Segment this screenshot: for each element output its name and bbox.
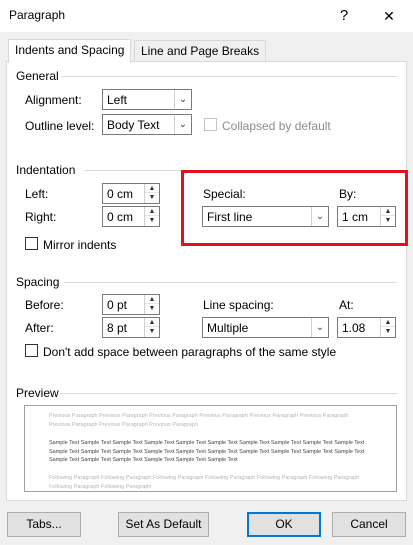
tab-label: Indents and Spacing [15, 43, 125, 57]
spacing-after-value: 8 pt [107, 321, 128, 335]
spin-down-icon[interactable]: ▼ [381, 327, 395, 336]
close-button[interactable]: ✕ [376, 4, 402, 28]
preview-previous-paragraph: Previous Paragraph Previous Paragraph Pr… [49, 413, 349, 428]
preview-divider [60, 393, 397, 394]
general-heading: General [16, 69, 59, 83]
spinner-buttons: ▲ ▼ [144, 318, 159, 337]
chevron-down-icon: ⌄ [174, 115, 191, 134]
ok-button[interactable]: OK [247, 512, 321, 537]
left-indent-value: 0 cm [107, 187, 134, 201]
collapsed-by-default-label: Collapsed by default [222, 119, 331, 133]
alignment-select[interactable]: Left ⌄ [102, 89, 192, 110]
spinner-buttons: ▲ ▼ [144, 295, 159, 314]
spin-up-icon[interactable]: ▲ [145, 207, 159, 216]
right-indent-value: 0 cm [107, 210, 134, 224]
tabs-button[interactable]: Tabs... [7, 512, 81, 537]
set-as-default-button[interactable]: Set As Default [118, 512, 209, 537]
outline-level-select[interactable]: Body Text ⌄ [102, 114, 192, 135]
alignment-value: Left [107, 93, 128, 107]
button-label: OK [275, 517, 293, 531]
preview-box: Previous Paragraph Previous Paragraph Pr… [24, 405, 397, 492]
spin-down-icon[interactable]: ▼ [145, 216, 159, 225]
at-label: At: [339, 298, 354, 312]
tab-line-and-page-breaks[interactable]: Line and Page Breaks [134, 40, 267, 62]
preview-heading: Preview [16, 386, 59, 400]
spacing-before-value: 0 pt [107, 298, 128, 312]
help-button[interactable]: ? [331, 4, 357, 28]
paragraph-dialog: Paragraph ? ✕ Indents and Spacing Line a… [0, 0, 413, 545]
highlight-box [181, 170, 408, 246]
preview-sample-text: Sample Text Sample Text Sample Text Samp… [49, 440, 365, 463]
tab-label: Line and Page Breaks [141, 44, 260, 58]
line-spacing-select[interactable]: Multiple ⌄ [202, 317, 329, 338]
title-bar: Paragraph ? ✕ [0, 0, 413, 32]
spin-up-icon[interactable]: ▲ [381, 318, 395, 327]
right-indent-label: Right: [25, 210, 57, 224]
general-divider [61, 76, 397, 77]
right-indent-spinner[interactable]: 0 cm ▲ ▼ [102, 206, 160, 227]
spacing-after-spinner[interactable]: 8 pt ▲ ▼ [102, 317, 160, 338]
line-spacing-value: Multiple [207, 321, 249, 335]
at-value: 1.08 [342, 321, 366, 335]
outline-level-value: Body Text [107, 118, 160, 132]
cancel-button[interactable]: Cancel [332, 512, 406, 537]
button-label: Cancel [350, 517, 388, 531]
spin-down-icon[interactable]: ▼ [145, 304, 159, 313]
collapsed-by-default-checkbox[interactable] [204, 118, 217, 131]
tab-indents-and-spacing[interactable]: Indents and Spacing [8, 39, 132, 63]
chevron-down-icon: ⌄ [174, 90, 191, 109]
at-spinner[interactable]: 1.08 ▲ ▼ [337, 317, 396, 338]
spacing-heading: Spacing [16, 275, 60, 289]
indentation-heading: Indentation [16, 163, 76, 177]
button-label: Set As Default [125, 517, 202, 531]
before-label: Before: [25, 298, 64, 312]
spinner-buttons: ▲ ▼ [380, 318, 395, 337]
line-spacing-label: Line spacing: [203, 298, 274, 312]
spin-down-icon[interactable]: ▼ [145, 193, 159, 202]
dont-add-space-checkbox[interactable] [25, 344, 38, 357]
after-label: After: [25, 321, 54, 335]
button-label: Tabs... [26, 517, 62, 531]
spin-up-icon[interactable]: ▲ [145, 318, 159, 327]
dont-add-space-label: Don't add space between paragraphs of th… [43, 345, 337, 359]
spinner-buttons: ▲ ▼ [144, 207, 159, 226]
preview-following-paragraph: Following Paragraph Following Paragraph … [49, 475, 360, 490]
spacing-before-spinner[interactable]: 0 pt ▲ ▼ [102, 294, 160, 315]
spin-up-icon[interactable]: ▲ [145, 184, 159, 193]
alignment-label: Alignment: [25, 93, 82, 107]
spin-up-icon[interactable]: ▲ [145, 295, 159, 304]
outline-level-label: Outline level: [25, 119, 95, 133]
left-indent-spinner[interactable]: 0 cm ▲ ▼ [102, 183, 160, 204]
mirror-indents-label: Mirror indents [43, 238, 117, 252]
mirror-indents-checkbox[interactable] [25, 237, 38, 250]
chevron-down-icon: ⌄ [311, 318, 328, 337]
spacing-divider [64, 282, 397, 283]
spin-down-icon[interactable]: ▼ [145, 327, 159, 336]
window-title: Paragraph [9, 8, 66, 22]
left-indent-label: Left: [25, 187, 49, 201]
spinner-buttons: ▲ ▼ [144, 184, 159, 203]
